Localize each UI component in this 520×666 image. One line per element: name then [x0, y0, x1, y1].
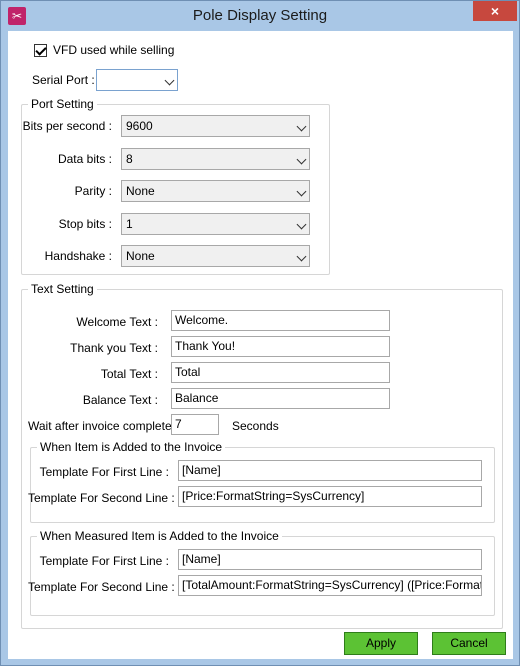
chevron-down-icon — [296, 186, 307, 197]
measured-first-line-input[interactable]: [Name] — [178, 549, 482, 570]
bits-per-second-select[interactable]: 9600 — [121, 115, 310, 137]
balance-text-label: Balance Text : — [82, 393, 158, 407]
vfd-checkbox-label: VFD used while selling — [53, 43, 175, 57]
chevron-down-icon — [296, 121, 307, 132]
balance-text-input[interactable]: Balance — [171, 388, 390, 409]
thank-you-text-input[interactable]: Thank You! — [171, 336, 390, 357]
stop-bits-select[interactable]: 1 — [121, 213, 310, 235]
text-setting-title: Text Setting — [28, 282, 97, 296]
seconds-label: Seconds — [232, 419, 279, 433]
window-title: Pole Display Setting — [192, 7, 328, 24]
data-bits-select[interactable]: 8 — [121, 148, 310, 170]
handshake-select[interactable]: None — [121, 245, 310, 267]
port-setting-title: Port Setting — [28, 97, 97, 111]
title-bar: ✂ Pole Display Setting × — [1, 1, 519, 31]
item-added-title: When Item is Added to the Invoice — [37, 440, 226, 454]
bits-per-second-label: Bits per second : — [22, 119, 112, 133]
measured-second-line-label: Template For Second Line : — [28, 580, 175, 594]
total-text-input[interactable]: Total — [171, 362, 390, 383]
serial-port-select[interactable] — [96, 69, 178, 91]
item-second-line-input[interactable]: [Price:FormatString=SysCurrency] — [178, 486, 482, 507]
wait-after-invoice-label: Wait after invoice complete : — [28, 419, 179, 433]
parity-label: Parity : — [74, 184, 112, 198]
measured-first-line-label: Template For First Line : — [39, 554, 169, 568]
welcome-text-input[interactable]: Welcome. — [171, 310, 390, 331]
item-added-group: When Item is Added to the Invoice — [30, 440, 495, 523]
chevron-down-icon — [296, 251, 307, 262]
measured-item-added-title: When Measured Item is Added to the Invoi… — [37, 529, 282, 543]
measured-second-line-input[interactable]: [TotalAmount:FormatString=SysCurrency] (… — [178, 575, 482, 596]
wait-seconds-input[interactable]: 7 — [171, 414, 219, 435]
handshake-label: Handshake : — [44, 249, 112, 263]
apply-button[interactable]: Apply — [344, 632, 418, 655]
cancel-button[interactable]: Cancel — [432, 632, 506, 655]
serial-port-label: Serial Port : — [32, 73, 95, 87]
data-bits-label: Data bits : — [57, 152, 112, 166]
chevron-down-icon — [164, 75, 175, 86]
vfd-checkbox-row[interactable]: VFD used while selling — [34, 43, 174, 57]
chevron-down-icon — [296, 219, 307, 230]
chevron-down-icon — [296, 154, 307, 165]
thank-you-text-label: Thank you Text : — [70, 341, 158, 355]
total-text-label: Total Text : — [100, 367, 158, 381]
close-button[interactable]: × — [473, 1, 517, 21]
welcome-text-label: Welcome Text : — [76, 315, 158, 329]
parity-select[interactable]: None — [121, 180, 310, 202]
vfd-checkbox[interactable] — [34, 43, 47, 57]
item-first-line-input[interactable]: [Name] — [178, 460, 482, 481]
dialog-body: VFD used while selling Serial Port : Por… — [8, 31, 513, 659]
item-first-line-label: Template For First Line : — [39, 465, 169, 479]
pole-display-setting-window: ✂ Pole Display Setting × VFD used while … — [0, 0, 520, 666]
stop-bits-label: Stop bits : — [58, 217, 112, 231]
item-second-line-label: Template For Second Line : — [28, 491, 175, 505]
